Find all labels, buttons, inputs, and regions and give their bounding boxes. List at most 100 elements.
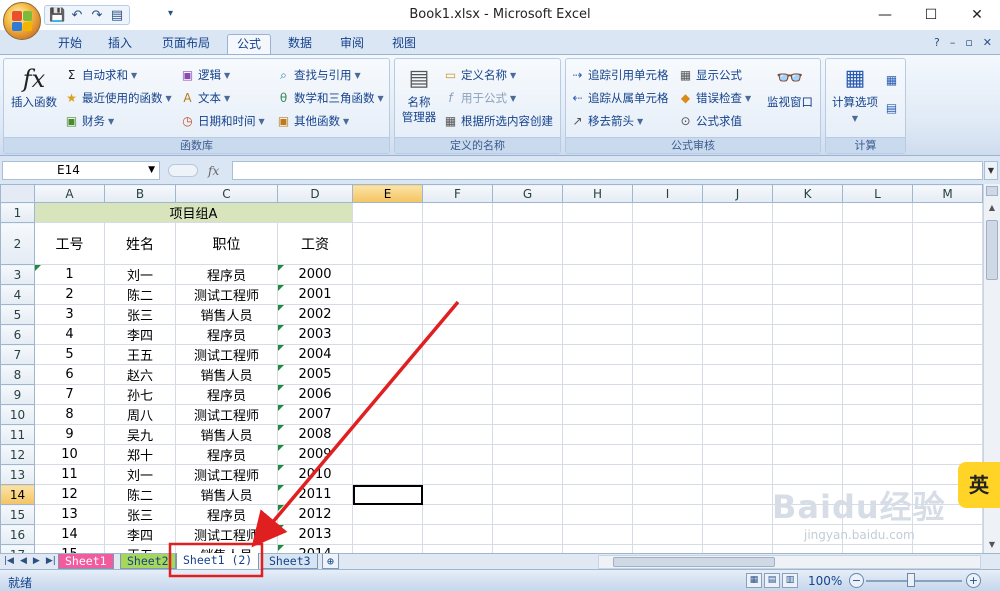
- tab-data[interactable]: 数据: [282, 34, 318, 54]
- cell[interactable]: [842, 222, 913, 265]
- cell[interactable]: [492, 304, 563, 325]
- split-box[interactable]: [986, 186, 998, 196]
- more-functions-button[interactable]: ▣ 其他函数 ▼: [276, 113, 349, 129]
- cell[interactable]: [352, 384, 423, 405]
- next-sheet-icon[interactable]: ▶: [33, 556, 40, 566]
- cell[interactable]: [772, 384, 843, 405]
- cell[interactable]: [422, 524, 493, 545]
- cell[interactable]: [422, 202, 493, 223]
- cell[interactable]: 2011: [277, 484, 353, 505]
- cell[interactable]: [632, 344, 703, 365]
- cell[interactable]: 程序员: [175, 444, 278, 465]
- text-button[interactable]: A 文本 ▼: [180, 90, 230, 106]
- math-trig-button[interactable]: θ 数学和三角函数 ▼: [276, 90, 384, 106]
- trace-precedents-button[interactable]: ⇢ 追踪引用单元格: [570, 67, 668, 83]
- cell[interactable]: 5: [34, 344, 105, 365]
- horizontal-scrollbar[interactable]: [598, 555, 981, 569]
- cell[interactable]: 3: [34, 304, 105, 325]
- insert-function-icon[interactable]: fx: [208, 164, 219, 178]
- cell[interactable]: [422, 444, 493, 465]
- column-header-m[interactable]: M: [912, 184, 983, 203]
- zoom-level[interactable]: 100%: [808, 574, 842, 588]
- scroll-down-icon[interactable]: ▼: [984, 537, 1000, 553]
- cell[interactable]: [772, 202, 843, 223]
- ribbon-minimize-icon[interactable]: –: [950, 36, 956, 49]
- sheet-tab-sheet2[interactable]: Sheet2: [120, 554, 176, 569]
- cell[interactable]: 李四: [104, 524, 176, 545]
- cell[interactable]: 测试工程师: [175, 464, 278, 485]
- cell[interactable]: 9: [34, 424, 105, 445]
- cell[interactable]: [702, 202, 773, 223]
- active-cell[interactable]: [352, 484, 423, 505]
- cell[interactable]: [422, 284, 493, 305]
- cell[interactable]: [422, 464, 493, 485]
- cell[interactable]: 12: [34, 484, 105, 505]
- cell[interactable]: [632, 404, 703, 425]
- cell[interactable]: [352, 202, 423, 223]
- cell[interactable]: [632, 424, 703, 445]
- cell[interactable]: [702, 264, 773, 285]
- cell[interactable]: 销售人员: [175, 304, 278, 325]
- cell[interactable]: [772, 324, 843, 345]
- cell[interactable]: 刘一: [104, 264, 176, 285]
- normal-view-icon[interactable]: ▦: [746, 573, 762, 588]
- column-header-a[interactable]: A: [34, 184, 105, 203]
- row-header[interactable]: 6: [0, 324, 35, 345]
- cell[interactable]: [842, 202, 913, 223]
- cell[interactable]: 陈二: [104, 284, 176, 305]
- row-header[interactable]: 3: [0, 264, 35, 285]
- cell[interactable]: 11: [34, 464, 105, 485]
- first-sheet-icon[interactable]: |◀: [4, 556, 14, 566]
- cell[interactable]: [352, 444, 423, 465]
- row-header[interactable]: 16: [0, 524, 35, 545]
- tab-view[interactable]: 视图: [386, 34, 422, 54]
- use-in-formula-button[interactable]: f 用于公式 ▼: [443, 90, 516, 106]
- trace-dependents-button[interactable]: ⇠ 追踪从属单元格: [570, 90, 668, 106]
- cell[interactable]: 孙七: [104, 384, 176, 405]
- cell[interactable]: 刘一: [104, 464, 176, 485]
- cell[interactable]: [492, 284, 563, 305]
- name-box[interactable]: E14 ▼: [2, 161, 160, 180]
- cell[interactable]: [562, 424, 633, 445]
- cell[interactable]: [842, 284, 913, 305]
- cell[interactable]: 4: [34, 324, 105, 345]
- error-checking-button[interactable]: ◆ 错误检查 ▼: [678, 90, 751, 106]
- cell[interactable]: [562, 202, 633, 223]
- cell[interactable]: [492, 544, 563, 553]
- horizontal-scroll-thumb[interactable]: [613, 557, 775, 567]
- tab-home[interactable]: 开始: [52, 34, 88, 54]
- cell[interactable]: [702, 222, 773, 265]
- cell[interactable]: 2013: [277, 524, 353, 545]
- cell[interactable]: [562, 264, 633, 285]
- select-all-corner[interactable]: [0, 184, 35, 203]
- cell[interactable]: [492, 504, 563, 525]
- cell[interactable]: 郑十: [104, 444, 176, 465]
- row-header[interactable]: 11: [0, 424, 35, 445]
- insert-sheet-icon[interactable]: ⊕: [322, 554, 339, 569]
- cell[interactable]: 销售人员: [175, 364, 278, 385]
- cell[interactable]: [702, 504, 773, 525]
- column-header-c[interactable]: C: [175, 184, 278, 203]
- cell[interactable]: [702, 464, 773, 485]
- cell[interactable]: [562, 484, 633, 505]
- zoom-out-icon[interactable]: −: [849, 573, 864, 588]
- cell[interactable]: [352, 544, 423, 553]
- cell[interactable]: 2002: [277, 304, 353, 325]
- cell[interactable]: [842, 404, 913, 425]
- cell[interactable]: [562, 324, 633, 345]
- cell[interactable]: 程序员: [175, 264, 278, 285]
- cell[interactable]: [422, 404, 493, 425]
- cell[interactable]: [772, 284, 843, 305]
- band-title-cell[interactable]: 项目组A: [34, 202, 353, 223]
- cell[interactable]: 2007: [277, 404, 353, 425]
- expand-formula-bar-icon[interactable]: ▼: [984, 161, 998, 180]
- office-button[interactable]: [3, 2, 41, 40]
- cell[interactable]: [422, 222, 493, 265]
- cell[interactable]: 2012: [277, 504, 353, 525]
- cell[interactable]: 2001: [277, 284, 353, 305]
- cell[interactable]: [632, 284, 703, 305]
- formula-splitter-icon[interactable]: [168, 164, 198, 177]
- cell[interactable]: 2010: [277, 464, 353, 485]
- row-header[interactable]: 4: [0, 284, 35, 305]
- ribbon-restore-icon[interactable]: ▫: [965, 36, 972, 49]
